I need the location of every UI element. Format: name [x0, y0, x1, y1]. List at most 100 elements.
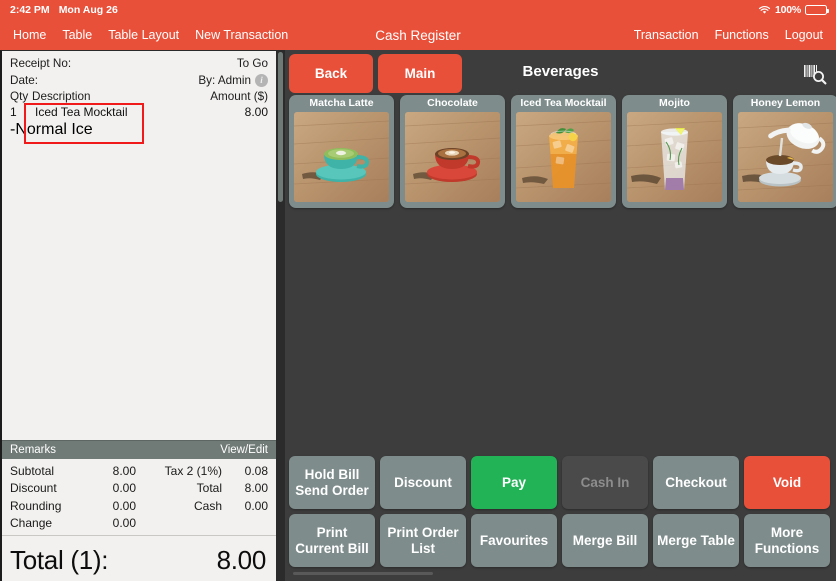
receipt-line-item[interactable]: 1 Iced Tea Mocktail 8.00 -Normal Ice — [10, 104, 268, 139]
totals-spacer-label — [136, 515, 222, 532]
wifi-icon — [758, 5, 771, 15]
nav-table-layout[interactable]: Table Layout — [108, 28, 179, 42]
hold-bill-send-order-button[interactable]: Hold Bill Send Order — [289, 456, 375, 509]
status-time: 2:42 PM — [10, 4, 50, 16]
favourites-button[interactable]: Favourites — [471, 514, 557, 567]
totals-spacer-value — [222, 515, 268, 532]
order-type-value: To Go — [236, 57, 268, 70]
nav-new-transaction[interactable]: New Transaction — [195, 28, 288, 42]
receipt-scrollbar[interactable] — [276, 50, 285, 581]
item-description: Iced Tea Mocktail — [35, 105, 128, 119]
rounding-label: Rounding — [10, 498, 62, 513]
tax2-label: Tax 2 (1%) — [164, 464, 222, 479]
cash-in-button: Cash In — [562, 456, 648, 509]
nav-functions[interactable]: Functions — [715, 28, 769, 42]
product-label: Chocolate — [427, 97, 478, 109]
action-row-1: Hold Bill Send Order Discount Pay Cash In… — [289, 456, 832, 509]
hot-chocolate-cup-image — [405, 112, 500, 202]
remarks-bar[interactable]: Remarks View/Edit — [2, 440, 276, 460]
back-button[interactable]: Back — [289, 54, 373, 93]
product-tile-chocolate[interactable]: Chocolate — [400, 95, 505, 208]
receipt-line-item-main: 1 Iced Tea Mocktail 8.00 — [10, 104, 268, 121]
totals-row: Change 0.00 — [10, 515, 268, 532]
discount-label: Discount — [10, 481, 57, 496]
top-navigation-bar: Cash Register Home Table Table Layout Ne… — [0, 20, 836, 50]
status-bar: 2:42 PM Mon Aug 26 100% — [0, 0, 836, 20]
item-modifier: -Normal Ice — [10, 121, 93, 138]
column-header-qty: Qty — [10, 90, 29, 103]
column-header-description: Description — [32, 90, 91, 103]
honey-lemon-teapot-image — [738, 112, 833, 202]
nav-transaction[interactable]: Transaction — [634, 28, 699, 42]
column-header-amount: Amount ($) — [210, 90, 268, 103]
cash-value: 0.00 — [244, 498, 268, 513]
grand-total-label: Total (1): — [10, 544, 109, 575]
receipt-no-label: Receipt No: — [10, 57, 72, 70]
receipt-scrollbar-thumb[interactable] — [278, 52, 283, 202]
subtotal-label: Subtotal — [10, 464, 55, 479]
discount-button[interactable]: Discount — [380, 456, 466, 509]
grand-total-bar: Total (1): 8.00 — [2, 535, 276, 581]
totals-summary: Subtotal 8.00 Tax 2 (1%) 0.08 Discount 0… — [2, 459, 276, 535]
product-tile-iced-tea-mocktail[interactable]: Iced Tea Mocktail — [511, 95, 616, 208]
main-button[interactable]: Main — [378, 54, 462, 93]
receipt-header: Receipt No: To Go Date: By: Admin i — [2, 51, 276, 89]
product-grid: Matcha Latte Chocolate Iced Tea Mocktail… — [285, 95, 836, 260]
rounding-value: 0.00 — [112, 498, 136, 513]
cash-label: Cash — [193, 498, 222, 513]
void-button[interactable]: Void — [744, 456, 830, 509]
receipt-column-headers: Qty Description Amount ($) — [2, 89, 276, 103]
receipt-operator: By: Admin i — [198, 73, 268, 90]
product-label: Iced Tea Mocktail — [520, 97, 607, 109]
merge-bill-button[interactable]: Merge Bill — [562, 514, 648, 567]
grand-total-value: 8.00 — [216, 544, 267, 575]
product-label: Matcha Latte — [309, 97, 374, 109]
operator-label: By: Admin — [198, 73, 251, 87]
status-date: Mon Aug 26 — [58, 4, 118, 16]
nav-table[interactable]: Table — [62, 28, 92, 42]
merge-table-button[interactable]: Merge Table — [653, 514, 739, 567]
cash-register-screen: 2:42 PM Mon Aug 26 100% Cash Register Ho… — [0, 0, 836, 581]
receipt-date-row: Date: By: Admin i — [10, 73, 268, 90]
totals-row: Discount 0.00 Total 8.00 — [10, 480, 268, 497]
product-tile-matcha-latte[interactable]: Matcha Latte — [289, 95, 394, 208]
status-indicators: 100% — [758, 4, 830, 16]
product-label: Mojito — [659, 97, 690, 109]
discount-value: 0.00 — [112, 481, 136, 496]
nav-home[interactable]: Home — [13, 28, 46, 42]
print-current-bill-button[interactable]: Print Current Bill — [289, 514, 375, 567]
totals-row: Rounding 0.00 Cash 0.00 — [10, 498, 268, 515]
tax2-value: 0.08 — [244, 464, 268, 479]
barcode-search-icon[interactable] — [802, 62, 828, 86]
nav-logout[interactable]: Logout — [785, 28, 823, 42]
matcha-latte-cup-image — [294, 112, 389, 202]
product-label: Honey Lemon — [750, 97, 821, 109]
total-value: 8.00 — [244, 481, 268, 496]
receipt-date-label: Date: — [10, 73, 38, 87]
receipt-panel: Receipt No: To Go Date: By: Admin i Qty … — [0, 50, 276, 581]
totals-row: Subtotal 8.00 Tax 2 (1%) 0.08 — [10, 463, 268, 480]
total-label: Total — [196, 481, 222, 496]
product-tile-mojito[interactable]: Mojito — [622, 95, 727, 208]
actions-scrollbar-thumb[interactable] — [293, 572, 433, 575]
info-icon[interactable]: i — [255, 74, 268, 88]
change-value: 0.00 — [112, 515, 136, 530]
change-label: Change — [10, 515, 53, 530]
print-order-list-button[interactable]: Print Order List — [380, 514, 466, 567]
mojito-glass-image — [627, 112, 722, 202]
remarks-label: Remarks — [10, 444, 57, 457]
more-functions-button[interactable]: More Functions — [744, 514, 830, 567]
nav-left-group: Home Table Table Layout New Transaction — [13, 28, 288, 42]
receipt-item-list[interactable]: 1 Iced Tea Mocktail 8.00 -Normal Ice — [2, 103, 276, 440]
checkout-button[interactable]: Checkout — [653, 456, 739, 509]
action-button-grid: Hold Bill Send Order Discount Pay Cash In… — [285, 456, 836, 567]
catalog-toolbar: Back Main Beverages — [285, 50, 836, 97]
catalog-panel: Back Main Beverages Matcha Latte Chocola… — [285, 50, 836, 581]
actions-horizontal-scrollbar[interactable] — [293, 572, 836, 576]
view-edit-link[interactable]: View/Edit — [220, 444, 268, 456]
iced-tea-glass-image — [516, 112, 611, 202]
action-row-2: Print Current Bill Print Order List Favour… — [289, 514, 832, 567]
item-amount: 8.00 — [244, 105, 268, 119]
product-tile-honey-lemon[interactable]: Honey Lemon — [733, 95, 836, 208]
pay-button[interactable]: Pay — [471, 456, 557, 509]
